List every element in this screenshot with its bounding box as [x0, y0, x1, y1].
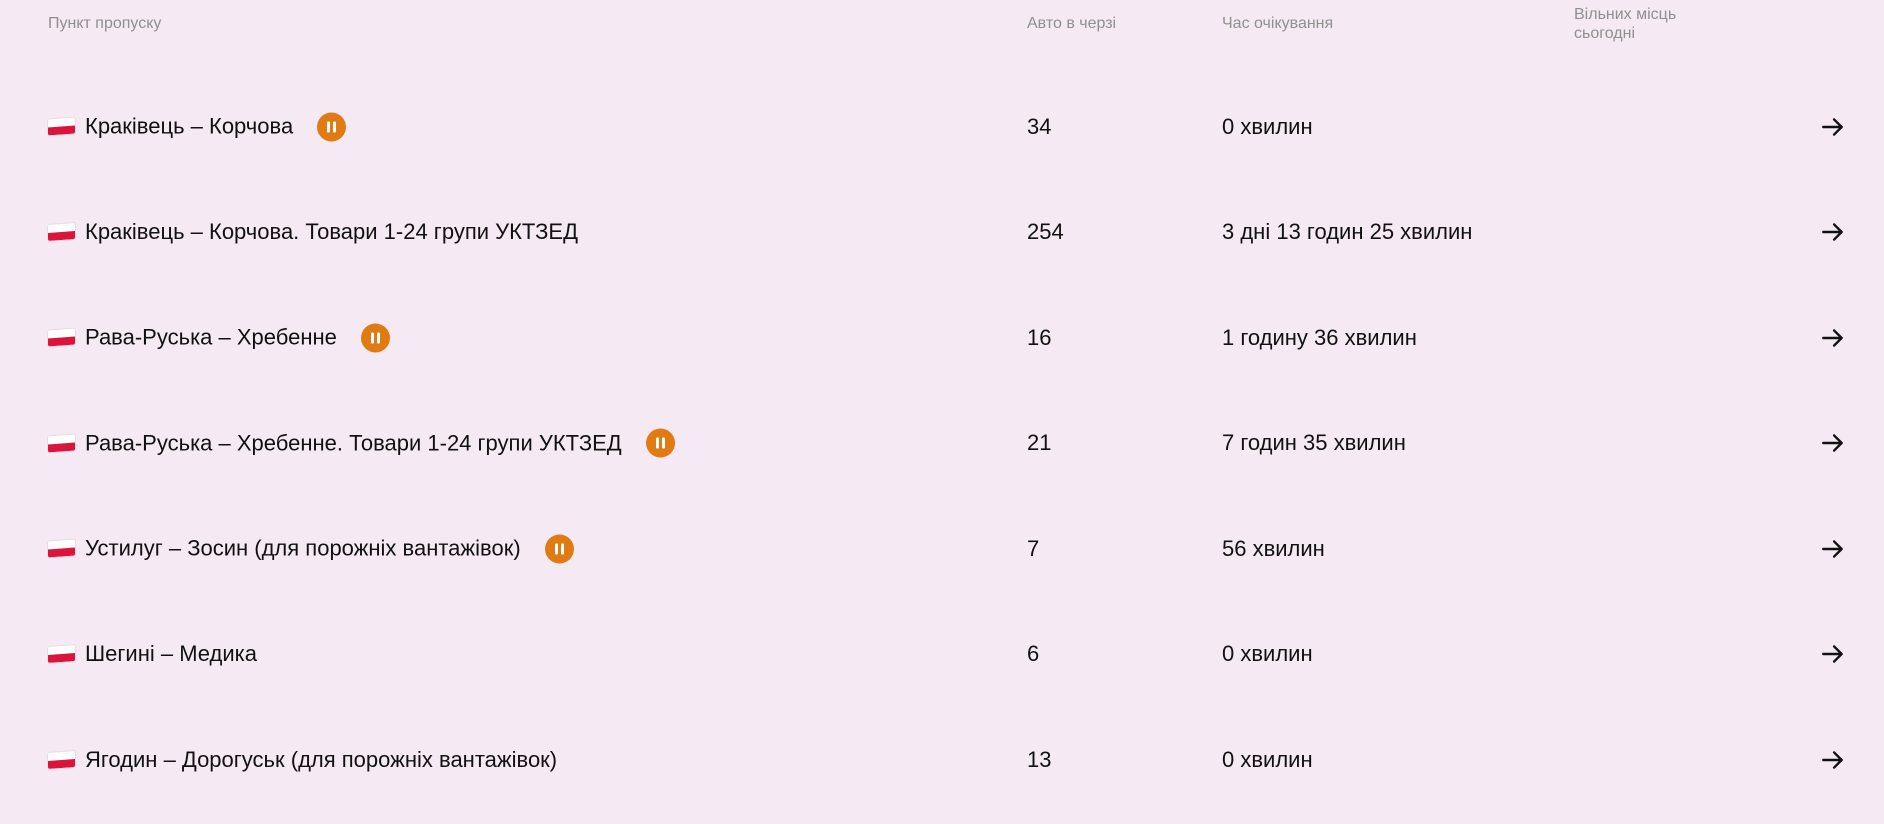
table-header: Пункт пропуску Авто в черзі Час очікуван… — [48, 0, 1884, 74]
checkpoint-name[interactable]: Шегині – Медика — [85, 641, 257, 667]
cars-in-queue-value: 21 — [1027, 430, 1052, 456]
table-row[interactable]: Устилуг – Зосин (для порожніх вантажівок… — [48, 496, 1884, 602]
checkpoint-cell: Краківець – Корчова — [48, 112, 347, 142]
cars-in-queue-value: 16 — [1027, 324, 1052, 350]
table-body: Краківець – Корчова 34 0 хвилин Краківец… — [48, 74, 1884, 813]
wait-time-value: 7 годин 35 хвилин — [1222, 430, 1406, 456]
wait-time-value: 1 годину 36 хвилин — [1222, 324, 1417, 350]
checkpoint-name[interactable]: Устилуг – Зосин (для порожніх вантажівок… — [85, 536, 521, 562]
header-checkpoint: Пункт пропуску — [48, 15, 162, 32]
table-row[interactable]: Шегині – Медика 6 0 хвилин — [48, 602, 1884, 708]
cars-in-queue-value: 254 — [1027, 219, 1064, 245]
checkpoint-cell: Устилуг – Зосин (для порожніх вантажівок… — [48, 534, 574, 564]
poland-flag-icon — [48, 434, 75, 453]
poland-flag-icon — [48, 750, 75, 769]
wait-time-value: 0 хвилин — [1222, 746, 1313, 772]
pause-icon — [317, 112, 347, 142]
wait-time-value: 0 хвилин — [1222, 113, 1313, 139]
wait-time-value: 0 хвилин — [1222, 641, 1313, 667]
poland-flag-icon — [48, 223, 75, 242]
table-row[interactable]: Рава-Руська – Хребенне. Товари 1-24 груп… — [48, 391, 1884, 497]
poland-flag-icon — [48, 117, 75, 136]
cars-in-queue-value: 7 — [1027, 535, 1040, 561]
checkpoint-name[interactable]: Краківець – Корчова. Товари 1-24 групи У… — [85, 219, 578, 245]
cars-in-queue-value: 34 — [1027, 113, 1052, 139]
checkpoint-cell: Рава-Руська – Хребенне. Товари 1-24 груп… — [48, 428, 675, 458]
arrow-right-icon[interactable] — [1820, 536, 1846, 562]
header-wait-time: Час очікування — [1222, 15, 1334, 32]
border-queue-table: Пункт пропуску Авто в черзі Час очікуван… — [0, 0, 1884, 824]
wait-time-value: 56 хвилин — [1222, 535, 1325, 561]
pause-icon — [544, 534, 574, 564]
arrow-right-icon[interactable] — [1820, 747, 1846, 773]
header-free-slots-today: Вільних місць сьогодні — [1574, 6, 1677, 42]
arrow-right-icon[interactable] — [1820, 641, 1846, 667]
table-row[interactable]: Краківець – Корчова. Товари 1-24 групи У… — [48, 180, 1884, 286]
cars-in-queue-value: 6 — [1027, 641, 1040, 667]
poland-flag-icon — [48, 539, 75, 558]
checkpoint-cell: Шегині – Медика — [48, 641, 257, 667]
wait-time-value: 3 дні 13 годин 25 хвилин — [1222, 219, 1473, 245]
checkpoint-cell: Ягодин – Дорогуськ (для порожніх вантажі… — [48, 747, 557, 773]
checkpoint-name[interactable]: Рава-Руська – Хребенне. Товари 1-24 груп… — [85, 430, 622, 456]
checkpoint-name[interactable]: Краківець – Корчова — [85, 114, 293, 140]
poland-flag-icon — [48, 328, 75, 347]
table-row[interactable]: Ягодин – Дорогуськ (для порожніх вантажі… — [48, 707, 1884, 813]
poland-flag-icon — [48, 645, 75, 664]
arrow-right-icon[interactable] — [1820, 219, 1846, 245]
checkpoint-cell: Рава-Руська – Хребенне — [48, 323, 390, 353]
checkpoint-name[interactable]: Рава-Руська – Хребенне — [85, 325, 337, 351]
arrow-right-icon[interactable] — [1820, 114, 1846, 140]
pause-icon — [360, 323, 390, 353]
table-row[interactable]: Рава-Руська – Хребенне 16 1 годину 36 хв… — [48, 285, 1884, 391]
cars-in-queue-value: 13 — [1027, 746, 1052, 772]
pause-icon — [645, 428, 675, 458]
table-row[interactable]: Краківець – Корчова 34 0 хвилин — [48, 74, 1884, 180]
arrow-right-icon[interactable] — [1820, 430, 1846, 456]
checkpoint-cell: Краківець – Корчова. Товари 1-24 групи У… — [48, 219, 578, 245]
checkpoint-name[interactable]: Ягодин – Дорогуськ (для порожніх вантажі… — [85, 747, 557, 773]
arrow-right-icon[interactable] — [1820, 325, 1846, 351]
header-cars-in-queue: Авто в черзі — [1027, 15, 1117, 32]
